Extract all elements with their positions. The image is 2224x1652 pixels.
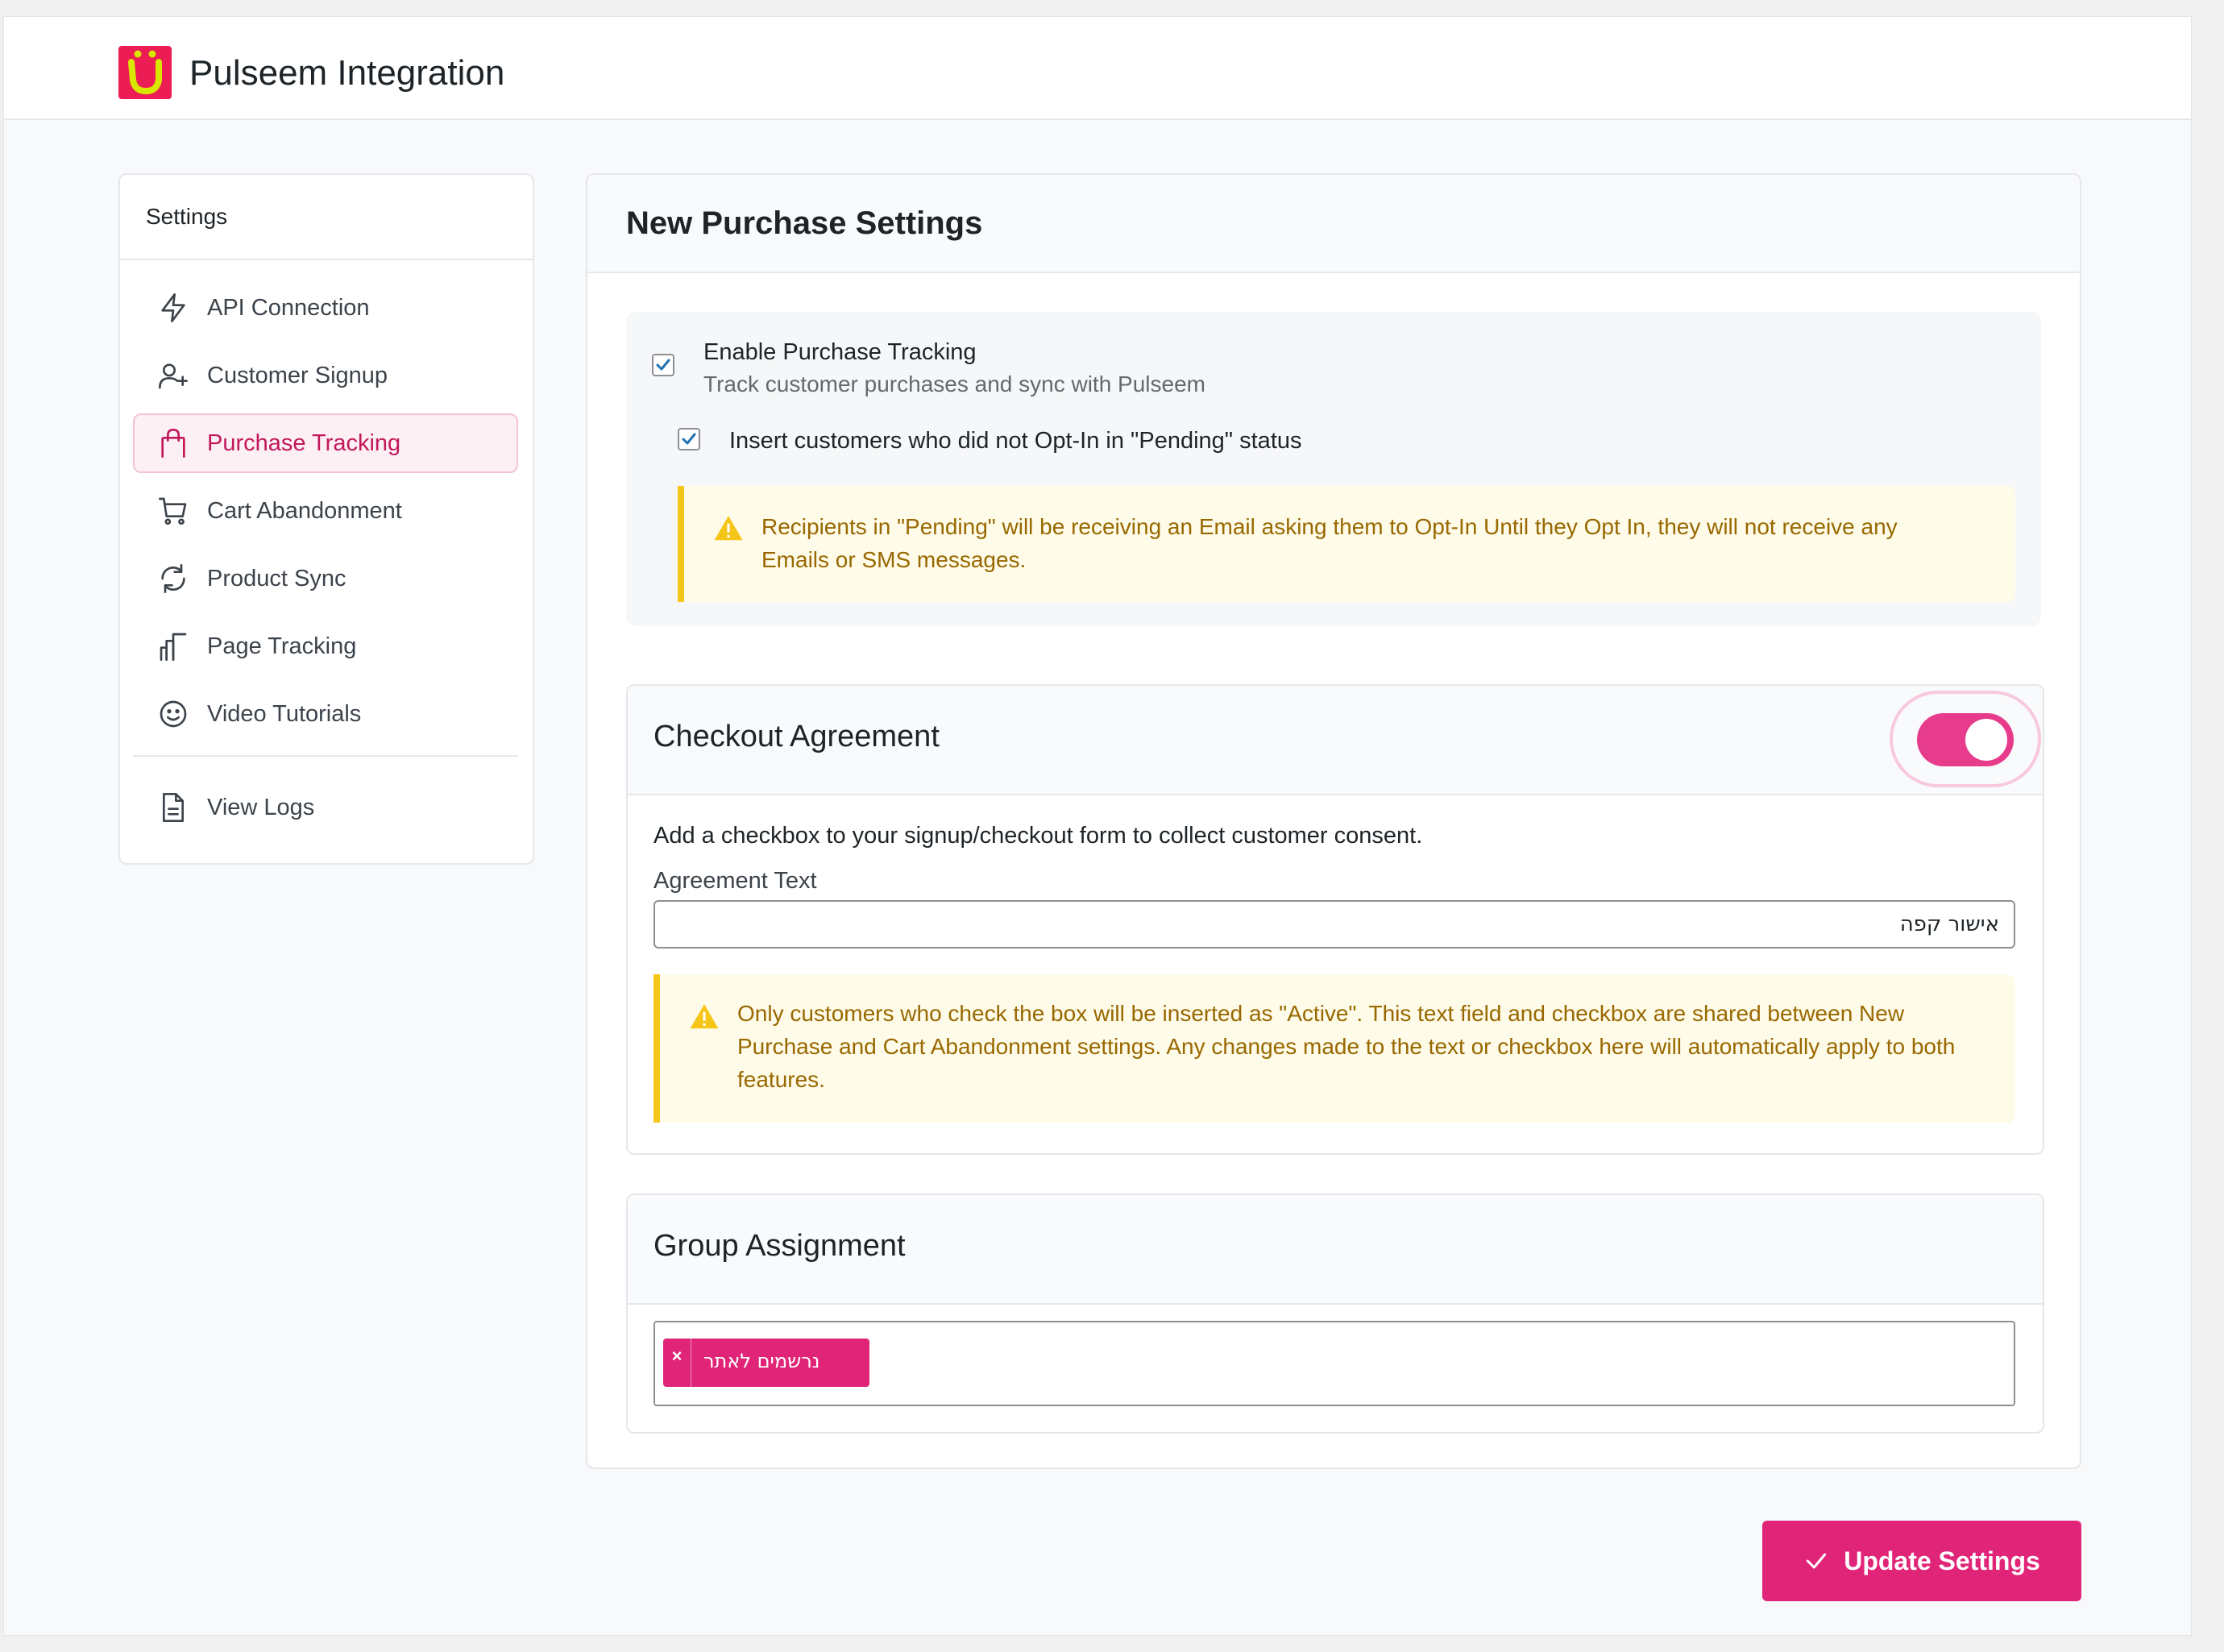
checkout-agreement-toggle-focus (1890, 691, 2041, 787)
selected-group-tag: × נרשמים לאתר (663, 1339, 869, 1387)
sidebar-item-purchase-tracking[interactable]: Purchase Tracking (133, 413, 518, 473)
shopping-bag-icon (157, 427, 189, 459)
sync-icon (157, 562, 189, 595)
sidebar-item-label: Purchase Tracking (207, 430, 401, 456)
checkout-agreement-title: Checkout Agreement (654, 720, 940, 753)
sidebar-item-page-tracking[interactable]: Page Tracking (133, 616, 518, 676)
group-select[interactable]: × נרשמים לאתר (654, 1321, 2015, 1406)
update-settings-label: Update Settings (1844, 1546, 2040, 1575)
pending-warning-text: Recipients in "Pending" will be receivin… (761, 514, 1898, 572)
pending-status-label: Insert customers who did not Opt-In in "… (729, 428, 1302, 454)
checkmark-icon (682, 433, 696, 445)
group-assignment-card: Group Assignment × נרשמים לאתר (626, 1193, 2044, 1434)
enable-purchase-tracking-checkbox[interactable] (652, 354, 674, 376)
warning-icon (690, 1004, 719, 1029)
group-assignment-header: Group Assignment (628, 1195, 2043, 1305)
cart-icon (157, 495, 189, 527)
settings-panel: New Purchase Settings Enable Purchase Tr… (586, 173, 2081, 1469)
sidebar-item-view-logs[interactable]: View Logs (133, 778, 518, 837)
sidebar-item-label: Cart Abandonment (207, 497, 402, 524)
sidebar-item-video-tutorials[interactable]: Video Tutorials (133, 684, 518, 744)
toggle-knob (1965, 719, 2007, 761)
selected-group-label: נרשמים לאתר (703, 1350, 820, 1372)
sidebar-item-product-sync[interactable]: Product Sync (133, 549, 518, 608)
pulseem-logo-icon (118, 46, 172, 99)
sidebar-item-label: Video Tutorials (207, 700, 362, 727)
sidebar-item-cart-abandonment[interactable]: Cart Abandonment (133, 481, 518, 541)
sidebar-item-customer-signup[interactable]: Customer Signup (133, 346, 518, 405)
user-plus-icon (157, 359, 189, 392)
warning-icon (714, 516, 743, 541)
checkout-agreement-header: Checkout Agreement (628, 686, 2043, 795)
checkmark-icon (656, 359, 670, 371)
agreement-warning-notice: Only customers who check the box will be… (654, 974, 2015, 1123)
app-frame: Pulseem Integration Settings API Connect… (3, 16, 2192, 1636)
panel-title: New Purchase Settings (587, 175, 2080, 273)
document-icon (157, 791, 189, 824)
sidebar-item-label: View Logs (207, 794, 315, 820)
group-assignment-title: Group Assignment (654, 1229, 906, 1263)
enable-purchase-tracking-label: Enable Purchase Tracking (703, 339, 977, 365)
checkout-agreement-description: Add a checkbox to your signup/checkout f… (654, 823, 1423, 849)
checkmark-icon (1807, 1553, 1827, 1569)
sidebar-item-api-connection[interactable]: API Connection (133, 278, 518, 338)
lightning-icon (157, 292, 189, 324)
sidebar-item-label: Page Tracking (207, 633, 357, 659)
app-title: Pulseem Integration (189, 53, 505, 93)
checkout-agreement-card: Checkout Agreement Add a checkbox to you… (626, 684, 2044, 1155)
remove-tag-button[interactable]: × (663, 1339, 691, 1387)
pending-warning-notice: Recipients in "Pending" will be receivin… (678, 486, 2015, 602)
sidebar-item-label: Customer Signup (207, 362, 388, 388)
agreement-warning-text: Only customers who check the box will be… (737, 1001, 1956, 1092)
checkout-agreement-toggle[interactable] (1917, 713, 2014, 766)
pending-status-checkbox[interactable] (678, 428, 700, 450)
smiley-icon (157, 698, 189, 730)
update-settings-button[interactable]: Update Settings (1762, 1521, 2081, 1601)
purchase-tracking-section: Enable Purchase Tracking Track customer … (626, 312, 2041, 626)
sidebar-item-label: Product Sync (207, 565, 346, 591)
enable-purchase-tracking-description: Track customer purchases and sync with P… (703, 371, 1205, 396)
agreement-text-label: Agreement Text (654, 868, 817, 894)
top-bar: Pulseem Integration (4, 17, 2191, 120)
sidebar-divider (133, 755, 518, 757)
chart-icon (157, 630, 189, 662)
sidebar-heading: Settings (120, 175, 533, 260)
settings-sidebar: Settings API Connection Customer Signup … (118, 173, 534, 865)
sidebar-item-label: API Connection (207, 294, 370, 321)
agreement-text-input[interactable] (654, 900, 2015, 948)
